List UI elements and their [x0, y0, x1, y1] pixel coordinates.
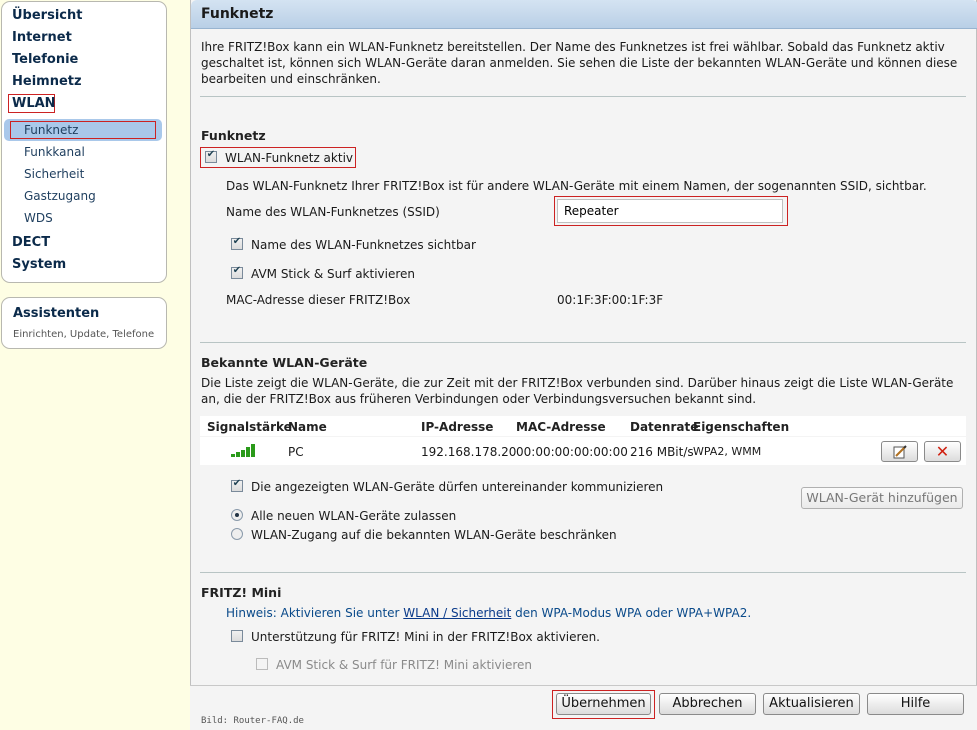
- nav-subitem-sicherheit[interactable]: Sicherheit: [24, 167, 84, 181]
- nav-subitem-funknetz[interactable]: Funknetz: [24, 123, 78, 137]
- delete-device-button[interactable]: ✕: [924, 441, 961, 462]
- section-heading-funknetz: Funknetz: [201, 128, 266, 143]
- checkmark-icon: ✔: [232, 478, 242, 489]
- col-props: Eigenschaften: [693, 420, 790, 434]
- restrict-known-radio[interactable]: [231, 528, 243, 540]
- checkmark-icon: ✔: [232, 236, 242, 247]
- mini-support-label: Unterstützung für FRITZ! Mini in der FRI…: [251, 630, 600, 644]
- ssid-label: Name des WLAN-Funknetzes (SSID): [226, 205, 440, 219]
- mini-support-checkbox[interactable]: [231, 630, 243, 642]
- ssid-input[interactable]: [557, 199, 783, 223]
- nav-subitem-wds[interactable]: WDS: [24, 211, 53, 225]
- device-props: WPA2, WMM: [693, 445, 762, 458]
- mac-label: MAC-Adresse dieser FRITZ!Box: [226, 293, 411, 307]
- nav-item-internet[interactable]: Internet: [12, 30, 72, 45]
- cancel-button[interactable]: Abbrechen: [659, 693, 756, 715]
- ssid-description: Das WLAN-Funknetz Ihrer FRITZ!Box ist fü…: [226, 179, 927, 193]
- wlan-active-label: WLAN-Funknetz aktiv: [225, 151, 353, 165]
- radio-selected-dot: [235, 513, 239, 517]
- assistant-title[interactable]: Assistenten: [13, 306, 99, 321]
- col-rate: Datenrate: [630, 420, 699, 434]
- add-device-button[interactable]: WLAN-Gerät hinzufügen: [801, 487, 963, 509]
- panel-header: [191, 0, 977, 29]
- page-title: Funknetz: [201, 6, 274, 22]
- nav-item-telefonie[interactable]: Telefonie: [12, 52, 78, 67]
- col-mac: MAC-Adresse: [516, 420, 606, 434]
- help-button[interactable]: Hilfe: [867, 693, 964, 715]
- mini-stick-label: AVM Stick & Surf für FRITZ! Mini aktivie…: [276, 658, 532, 672]
- assistant-subtitle: Einrichten, Update, Telefone: [13, 329, 155, 340]
- allow-all-radio[interactable]: [231, 509, 243, 521]
- stick-surf-label: AVM Stick & Surf aktivieren: [251, 267, 416, 281]
- nav-item-heimnetz[interactable]: Heimnetz: [12, 74, 82, 89]
- nav-item-dect[interactable]: DECT: [12, 235, 50, 250]
- col-signal: Signalstärke: [207, 420, 292, 434]
- wlan-security-link[interactable]: WLAN / Sicherheit: [403, 606, 511, 620]
- nav-item-uebersicht[interactable]: Übersicht: [12, 8, 82, 23]
- nav-item-system[interactable]: System: [12, 257, 66, 272]
- wlan-active-checkbox[interactable]: ✔: [205, 149, 217, 163]
- hint-suffix: den WPA-Modus WPA oder WPA+WPA2.: [511, 606, 752, 620]
- ssid-visible-label: Name des WLAN-Funknetzes sichtbar: [251, 238, 476, 252]
- col-ip: IP-Adresse: [421, 420, 494, 434]
- delete-icon: ✕: [935, 442, 950, 461]
- nav-subitem-gastzugang[interactable]: Gastzugang: [24, 189, 96, 203]
- section-heading-mini: FRITZ! Mini: [201, 585, 282, 600]
- checkmark-icon: ✔: [232, 265, 242, 276]
- intro-text: Ihre FRITZ!Box kann ein WLAN-Funknetz be…: [201, 40, 958, 86]
- section-heading-devices: Bekannte WLAN-Geräte: [201, 355, 368, 370]
- divider: [200, 342, 966, 343]
- communicate-label: Die angezeigten WLAN-Geräte dürfen unter…: [251, 480, 664, 494]
- allow-all-label: Alle neuen WLAN-Geräte zulassen: [251, 509, 457, 523]
- nav-subitem-funkkanal[interactable]: Funkkanal: [24, 145, 85, 159]
- assistant-box[interactable]: [1, 297, 167, 349]
- divider: [200, 96, 966, 97]
- hint-prefix: Hinweis: Aktivieren Sie unter: [226, 606, 404, 620]
- divider: [200, 572, 966, 573]
- device-ip: 192.168.178.20: [421, 445, 517, 459]
- edit-icon: [893, 445, 907, 459]
- mini-hint: Hinweis: Aktivieren Sie unter WLAN / Sic…: [226, 606, 751, 620]
- mac-value: 00:1F:3F:00:1F:3F: [557, 293, 664, 307]
- communicate-checkbox[interactable]: ✔: [231, 478, 243, 492]
- nav-item-wlan[interactable]: WLAN: [12, 96, 56, 111]
- stick-surf-checkbox[interactable]: ✔: [231, 265, 243, 279]
- image-credit: Bild: Router-FAQ.de: [201, 716, 304, 726]
- signal-strength-icon: [231, 444, 259, 457]
- col-name: Name: [288, 420, 327, 434]
- ssid-visible-checkbox[interactable]: ✔: [231, 236, 243, 250]
- apply-button[interactable]: Übernehmen: [556, 693, 651, 715]
- devices-description: Die Liste zeigt die WLAN-Geräte, die zur…: [201, 376, 954, 406]
- checkmark-icon: ✔: [206, 149, 216, 160]
- device-mac: 00:00:00:00:00:00: [516, 445, 628, 459]
- mini-stick-checkbox[interactable]: [256, 658, 268, 670]
- device-name: PC: [288, 445, 304, 459]
- restrict-known-label: WLAN-Zugang auf die bekannten WLAN-Gerät…: [251, 528, 617, 542]
- refresh-button[interactable]: Aktualisieren: [763, 693, 860, 715]
- edit-device-button[interactable]: [881, 441, 918, 462]
- device-rate: 216 MBit/s: [630, 445, 694, 459]
